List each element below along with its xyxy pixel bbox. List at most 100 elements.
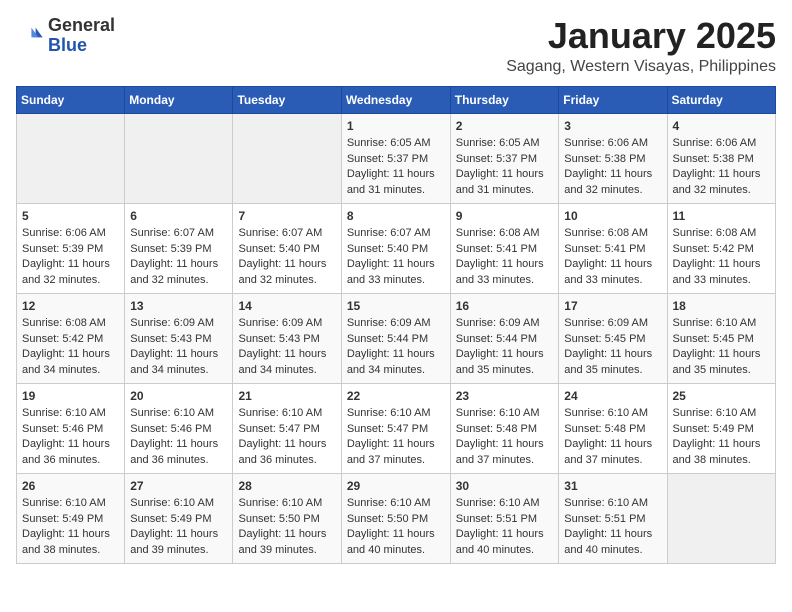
sunrise-text: Sunrise: 6:10 AM [456,406,554,421]
daylight-text: Daylight: 11 hours and 34 minutes. [347,347,445,378]
sunrise-text: Sunrise: 6:07 AM [130,226,227,241]
calendar-cell: 4Sunrise: 6:06 AMSunset: 5:38 PMDaylight… [667,113,776,203]
sunrise-text: Sunrise: 6:09 AM [456,316,554,331]
weekday-header: Sunday [17,86,125,113]
weekday-header: Wednesday [341,86,450,113]
calendar-table: SundayMondayTuesdayWednesdayThursdayFrid… [16,86,776,564]
sunrise-text: Sunrise: 6:07 AM [238,226,335,241]
day-number: 11 [673,208,771,225]
sunrise-text: Sunrise: 6:10 AM [564,406,661,421]
sunrise-text: Sunrise: 6:10 AM [238,496,335,511]
daylight-text: Daylight: 11 hours and 40 minutes. [456,527,554,558]
sunset-text: Sunset: 5:46 PM [22,422,119,437]
sunset-text: Sunset: 5:39 PM [22,242,119,257]
sunrise-text: Sunrise: 6:06 AM [564,136,661,151]
calendar-cell: 31Sunrise: 6:10 AMSunset: 5:51 PMDayligh… [559,473,667,563]
calendar-week-row: 19 Sunrise: 6:10 AM Sunset: 5:46 PM Dayligh… [17,383,776,473]
logo-general: General [48,15,115,35]
calendar-cell: 22Sunrise: 6:10 AMSunset: 5:47 PMDayligh… [341,383,450,473]
sunset-text: Sunset: 5:42 PM [673,242,771,257]
calendar-cell: 29Sunrise: 6:10 AMSunset: 5:50 PMDayligh… [341,473,450,563]
sunrise-text: Sunrise: 6:10 AM [673,316,771,331]
sunrise-text: Sunrise: 6:09 AM [347,316,445,331]
day-number: 26 [22,478,119,495]
sunrise-text: Sunrise: 6:09 AM [130,316,227,331]
location-title: Sagang, Western Visayas, Philippines [506,58,776,76]
sunrise-text: Sunrise: 6:10 AM [673,406,771,421]
calendar-cell: 7Sunrise: 6:07 AMSunset: 5:40 PMDaylight… [233,203,341,293]
calendar-cell [667,473,776,563]
calendar-cell: 30Sunrise: 6:10 AMSunset: 5:51 PMDayligh… [450,473,559,563]
sunrise-text: Sunrise: 6:08 AM [564,226,661,241]
calendar-cell: 16Sunrise: 6:09 AMSunset: 5:44 PMDayligh… [450,293,559,383]
sunset-text: Sunset: 5:41 PM [564,242,661,257]
calendar-cell: 23Sunrise: 6:10 AMSunset: 5:48 PMDayligh… [450,383,559,473]
day-number: 18 [673,298,771,315]
daylight-text: Daylight: 11 hours and 34 minutes. [238,347,335,378]
sunrise-text: Sunrise: 6:08 AM [22,316,119,331]
page-header: General Blue January 2025 Sagang, Wester… [16,16,776,76]
calendar-cell: 15Sunrise: 6:09 AMSunset: 5:44 PMDayligh… [341,293,450,383]
month-title: January 2025 [506,16,776,56]
daylight-text: Daylight: 11 hours and 32 minutes. [238,257,335,288]
calendar-cell: 20Sunrise: 6:10 AMSunset: 5:46 PMDayligh… [125,383,233,473]
title-area: January 2025 Sagang, Western Visayas, Ph… [506,16,776,76]
day-number: 16 [456,298,554,315]
calendar-cell [233,113,341,203]
calendar-cell: 27Sunrise: 6:10 AMSunset: 5:49 PMDayligh… [125,473,233,563]
sunset-text: Sunset: 5:45 PM [673,332,771,347]
calendar-cell: 25Sunrise: 6:10 AMSunset: 5:49 PMDayligh… [667,383,776,473]
calendar-cell: 3Sunrise: 6:06 AMSunset: 5:38 PMDaylight… [559,113,667,203]
sunrise-text: Sunrise: 6:05 AM [347,136,445,151]
daylight-text: Daylight: 11 hours and 33 minutes. [347,257,445,288]
day-number: 17 [564,298,661,315]
calendar-week-row: 5Sunrise: 6:06 AMSunset: 5:39 PMDaylight… [17,203,776,293]
day-number: 1 [347,118,445,135]
day-number: 14 [238,298,335,315]
sunrise-text: Sunrise: 6:10 AM [347,496,445,511]
sunset-text: Sunset: 5:42 PM [22,332,119,347]
calendar-cell: 5Sunrise: 6:06 AMSunset: 5:39 PMDaylight… [17,203,125,293]
sunset-text: Sunset: 5:44 PM [347,332,445,347]
calendar-week-row: 12Sunrise: 6:08 AMSunset: 5:42 PMDayligh… [17,293,776,383]
sunset-text: Sunset: 5:47 PM [238,422,335,437]
calendar-cell: 8Sunrise: 6:07 AMSunset: 5:40 PMDaylight… [341,203,450,293]
sunset-text: Sunset: 5:37 PM [456,152,554,167]
day-number: 25 [673,388,771,405]
day-number: 23 [456,388,554,405]
sunset-text: Sunset: 5:47 PM [347,422,445,437]
sunset-text: Sunset: 5:50 PM [347,512,445,527]
sunrise-text: Sunrise: 6:10 AM [22,496,119,511]
sunset-text: Sunset: 5:38 PM [673,152,771,167]
sunrise-text: Sunrise: 6:10 AM [564,496,661,511]
calendar-week-row: 26Sunrise: 6:10 AMSunset: 5:49 PMDayligh… [17,473,776,563]
day-number: 22 [347,388,445,405]
sunset-text: Sunset: 5:49 PM [673,422,771,437]
sunset-text: Sunset: 5:48 PM [456,422,554,437]
weekday-header: Thursday [450,86,559,113]
daylight-text: Daylight: 11 hours and 33 minutes. [564,257,661,288]
sunrise-text: Sunrise: 6:06 AM [22,226,119,241]
daylight-text: Daylight: 11 hours and 37 minutes. [456,437,554,468]
day-number: 31 [564,478,661,495]
sunset-text: Sunset: 5:48 PM [564,422,661,437]
weekday-header: Monday [125,86,233,113]
logo-icon [16,22,44,50]
daylight-text: Daylight: 11 hours and 32 minutes. [130,257,227,288]
calendar-cell: 18Sunrise: 6:10 AMSunset: 5:45 PMDayligh… [667,293,776,383]
daylight-text: Daylight: 11 hours and 38 minutes. [22,527,119,558]
day-number: 19 [22,388,119,405]
logo: General Blue [16,16,115,56]
daylight-text: Daylight: 11 hours and 40 minutes. [564,527,661,558]
daylight-text: Daylight: 11 hours and 39 minutes. [130,527,227,558]
daylight-text: Daylight: 11 hours and 32 minutes. [673,167,771,198]
calendar-cell: 13Sunrise: 6:09 AMSunset: 5:43 PMDayligh… [125,293,233,383]
sunrise-text: Sunrise: 6:09 AM [238,316,335,331]
calendar-cell: 21Sunrise: 6:10 AMSunset: 5:47 PMDayligh… [233,383,341,473]
calendar-cell: 11Sunrise: 6:08 AMSunset: 5:42 PMDayligh… [667,203,776,293]
calendar-cell: 1Sunrise: 6:05 AMSunset: 5:37 PMDaylight… [341,113,450,203]
calendar-cell: 9Sunrise: 6:08 AMSunset: 5:41 PMDaylight… [450,203,559,293]
sunrise-text: Sunrise: 6:07 AM [347,226,445,241]
daylight-text: Daylight: 11 hours and 32 minutes. [564,167,661,198]
calendar-cell: 26Sunrise: 6:10 AMSunset: 5:49 PMDayligh… [17,473,125,563]
